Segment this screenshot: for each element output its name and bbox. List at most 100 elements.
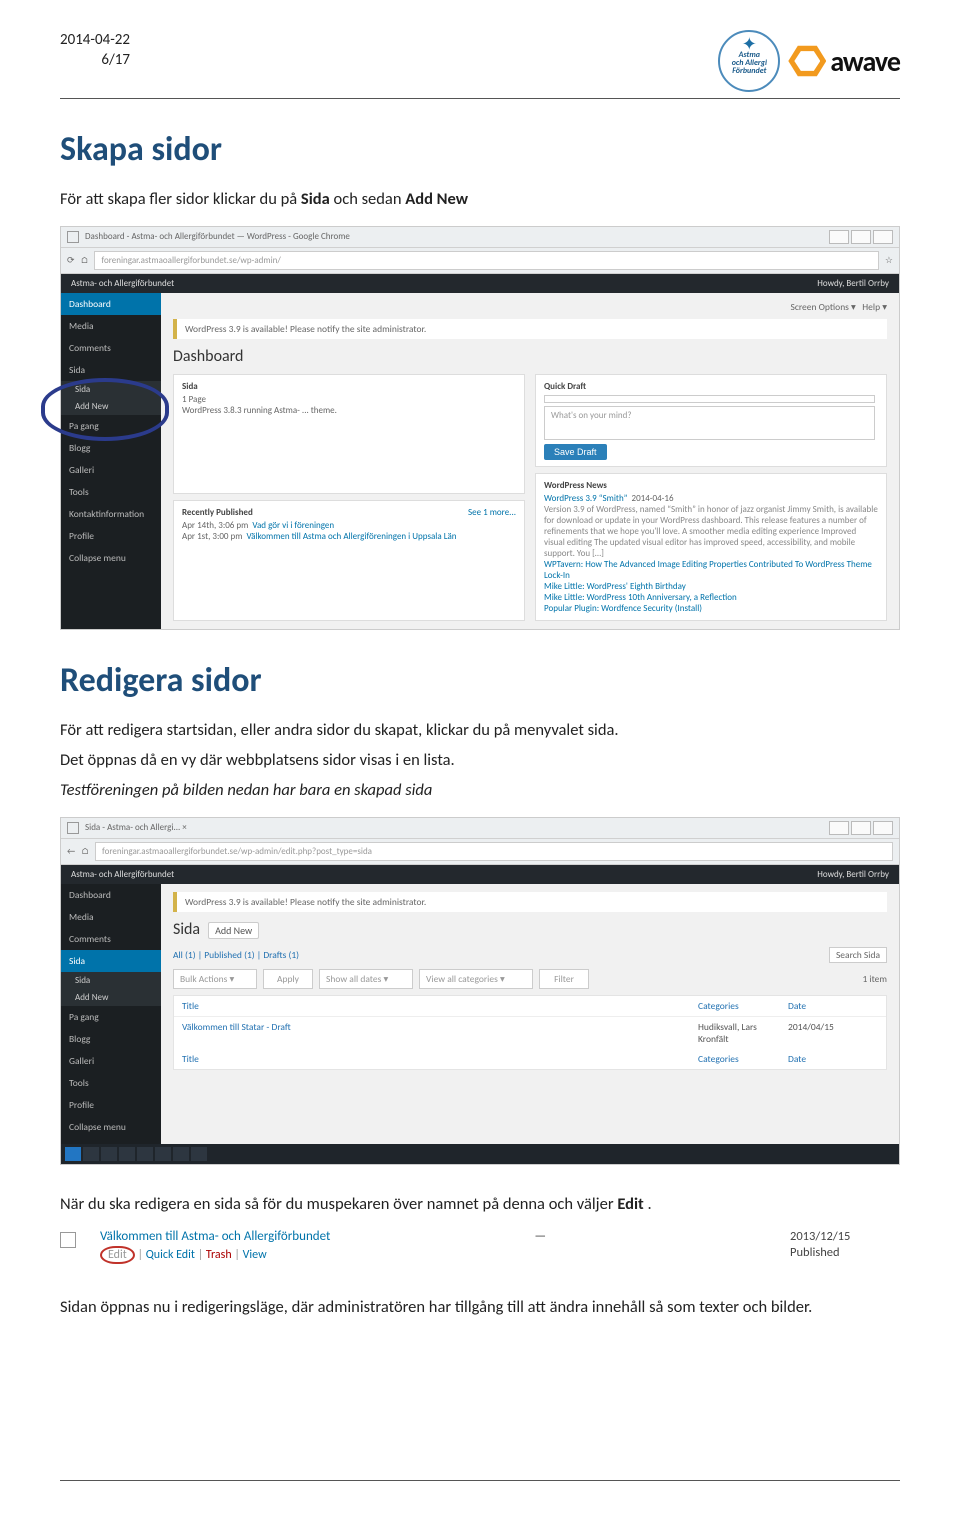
sidebar-item-collapse[interactable]: Collapse menu bbox=[61, 547, 161, 569]
page-title-link[interactable]: Välkommen till Astma- och Allergiförbund… bbox=[100, 1229, 330, 1244]
item-count: 1 item bbox=[862, 973, 887, 985]
pages-table: Title Categories Date Välkommen till Sta… bbox=[173, 995, 887, 1070]
heading-skapa-sidor: Skapa sidor bbox=[60, 129, 900, 170]
sidebar-item-dashboard[interactable]: Dashboard bbox=[61, 884, 161, 906]
wp-news-box: WordPress News WordPress 3.9 “Smith” 201… bbox=[535, 473, 887, 621]
favicon-icon bbox=[67, 822, 79, 834]
draft-title-input[interactable] bbox=[544, 395, 875, 403]
wp-adminbar: Astma- och Allergiförbundet Howdy, Berti… bbox=[61, 865, 899, 884]
sidebar-item-blogg[interactable]: Blogg bbox=[61, 1028, 161, 1050]
table-header: Title Categories Date bbox=[174, 996, 886, 1016]
filter-button[interactable]: Filter bbox=[539, 969, 589, 989]
sidebar-subitem-sida[interactable]: Sida bbox=[61, 381, 161, 398]
table-row[interactable]: Välkommen till Statar - Draft Hudiksvall… bbox=[174, 1016, 886, 1049]
reload-icon: ⟳ bbox=[67, 255, 75, 266]
wp-user-greeting[interactable]: Howdy, Bertil Orrby bbox=[817, 278, 889, 289]
apply-button[interactable]: Apply bbox=[263, 969, 313, 989]
wp-content: WordPress 3.9 is available! Please notif… bbox=[161, 884, 899, 1144]
add-new-button[interactable]: Add New bbox=[208, 922, 259, 939]
wp-content: Screen Options ▾ Help ▾ WordPress 3.9 is… bbox=[161, 293, 899, 629]
start-icon[interactable] bbox=[65, 1147, 81, 1161]
action-view[interactable]: View bbox=[243, 1248, 267, 1262]
sidebar-item-sida[interactable]: Sida bbox=[61, 950, 161, 972]
sidebar-item-tools[interactable]: Tools bbox=[61, 481, 161, 503]
see-more-link[interactable]: See 1 more... bbox=[468, 507, 516, 520]
wp-user-greeting[interactable]: Howdy, Bertil Orrby bbox=[817, 869, 889, 880]
home-icon: ⌂ bbox=[81, 255, 89, 266]
sidebar-item-profile[interactable]: Profile bbox=[61, 525, 161, 547]
awave-logo: awave bbox=[788, 44, 900, 79]
sidebar-item-tools[interactable]: Tools bbox=[61, 1072, 161, 1094]
url-field[interactable]: foreningar.astmaoallergiforbundet.se/wp-… bbox=[94, 251, 878, 270]
wp-site-name[interactable]: Astma- och Allergiförbundet bbox=[71, 869, 174, 880]
panel-title-sida: Sida bbox=[173, 920, 200, 939]
p-edit-2: Det öppnas då en vy där webbplatsens sid… bbox=[60, 749, 900, 773]
screen-options-toggle[interactable]: Screen Options ▾ bbox=[790, 301, 855, 313]
sidebar-item-dashboard[interactable]: Dashboard bbox=[61, 293, 161, 315]
save-draft-button[interactable]: Save Draft bbox=[544, 444, 607, 460]
header-page-no: 6/17 bbox=[60, 50, 130, 70]
p-edit-1: För att redigera startsidan, eller andra… bbox=[60, 719, 900, 743]
panel-title-dashboard: Dashboard bbox=[173, 347, 887, 366]
sidebar-subitem-sida[interactable]: Sida bbox=[61, 972, 161, 989]
hex-icon bbox=[788, 44, 826, 78]
wp-sidebar: Dashboard Media Comments Sida Sida Add N… bbox=[61, 884, 161, 1144]
window-controls bbox=[829, 821, 893, 835]
action-edit[interactable]: Edit bbox=[100, 1246, 135, 1264]
status-filters[interactable]: All (1) | Published (1) | Drafts (1) bbox=[173, 949, 299, 961]
address-bar: ← ⌂ foreningar.astmaoallergiforbundet.se… bbox=[61, 839, 899, 865]
header-rule bbox=[60, 98, 900, 99]
category-filter-select[interactable]: View all categories ▾ bbox=[419, 969, 533, 989]
screenshot-sida-list: Sida - Astma- och Allergi... × ← ⌂ foren… bbox=[60, 817, 900, 1165]
sidebar-subitem-addnew[interactable]: Add New bbox=[61, 398, 161, 415]
sidebar-item-pagang[interactable]: Pa gang bbox=[61, 415, 161, 437]
p-skapa-1: För att skapa fler sidor klickar du på S… bbox=[60, 188, 900, 212]
at-a-glance-box: Sida 1 Page WordPress 3.8.3 running Astm… bbox=[173, 374, 525, 495]
page-header: 2014-04-22 6/17 ✦ Astma och Allergi Förb… bbox=[60, 30, 900, 92]
sidebar-item-media[interactable]: Media bbox=[61, 906, 161, 928]
sidebar-item-galleri[interactable]: Galleri bbox=[61, 1050, 161, 1072]
star-icon: ☆ bbox=[885, 255, 893, 266]
browser-chrome: Sida - Astma- och Allergi... × bbox=[61, 818, 899, 839]
header-meta: 2014-04-22 6/17 bbox=[60, 30, 130, 71]
bulk-actions-select[interactable]: Bulk Actions ▾ bbox=[173, 969, 257, 989]
activity-box: Recently Published See 1 more... Apr 14t… bbox=[173, 500, 525, 621]
sidebar-item-collapse[interactable]: Collapse menu bbox=[61, 1116, 161, 1138]
update-notice: WordPress 3.9 is available! Please notif… bbox=[173, 892, 887, 912]
help-toggle[interactable]: Help ▾ bbox=[862, 301, 887, 313]
sidebar-item-kontakt[interactable]: Kontaktinformation bbox=[61, 503, 161, 525]
sidebar-item-comments[interactable]: Comments bbox=[61, 337, 161, 359]
wp-site-name[interactable]: Astma- och Allergiförbundet bbox=[71, 278, 174, 289]
address-bar: ⟳ ⌂ foreningar.astmaoallergiforbundet.se… bbox=[61, 248, 899, 274]
row-actions: Edit | Quick Edit | Trash | View bbox=[100, 1246, 330, 1264]
date-filter-select[interactable]: Show all dates ▾ bbox=[319, 969, 413, 989]
window-controls bbox=[829, 230, 893, 244]
sidebar-item-comments[interactable]: Comments bbox=[61, 928, 161, 950]
draft-body-input[interactable]: What's on your mind? bbox=[544, 406, 875, 440]
p-edit-4: När du ska redigera en sida så för du mu… bbox=[60, 1193, 900, 1217]
sidebar-item-sida[interactable]: Sida bbox=[61, 359, 161, 381]
sidebar-subitem-addnew[interactable]: Add New bbox=[61, 989, 161, 1006]
screenshot-row-edit: Välkommen till Astma- och Allergiförbund… bbox=[60, 1223, 900, 1270]
row-checkbox[interactable] bbox=[60, 1232, 76, 1248]
action-trash[interactable]: Trash bbox=[206, 1248, 232, 1262]
url-field[interactable]: foreningar.astmaoallergiforbundet.se/wp-… bbox=[95, 842, 893, 861]
astma-logo: ✦ Astma och Allergi Förbundet bbox=[718, 30, 780, 92]
table-footer: Title Categories Date bbox=[174, 1049, 886, 1069]
back-icon[interactable]: ← bbox=[67, 846, 75, 857]
wp-adminbar: Astma- och Allergiförbundet Howdy, Berti… bbox=[61, 274, 899, 293]
search-sida-button[interactable]: Search Sida bbox=[829, 947, 887, 963]
action-quick-edit[interactable]: Quick Edit bbox=[146, 1248, 195, 1262]
sidebar-item-blogg[interactable]: Blogg bbox=[61, 437, 161, 459]
quick-draft-box: Quick Draft What's on your mind? Save Dr… bbox=[535, 374, 887, 467]
update-notice: WordPress 3.9 is available! Please notif… bbox=[173, 319, 887, 339]
header-logos: ✦ Astma och Allergi Förbundet awave bbox=[718, 30, 900, 92]
windows-taskbar bbox=[61, 1144, 899, 1164]
sidebar-item-pagang[interactable]: Pa gang bbox=[61, 1006, 161, 1028]
p-final: Sidan öppnas nu i redigeringsläge, där a… bbox=[60, 1296, 900, 1320]
sidebar-item-galleri[interactable]: Galleri bbox=[61, 459, 161, 481]
browser-chrome: Dashboard - Astma- och Allergiförbundet … bbox=[61, 227, 899, 248]
sidebar-item-media[interactable]: Media bbox=[61, 315, 161, 337]
sidebar-item-profile[interactable]: Profile bbox=[61, 1094, 161, 1116]
row-author: — bbox=[534, 1229, 546, 1244]
